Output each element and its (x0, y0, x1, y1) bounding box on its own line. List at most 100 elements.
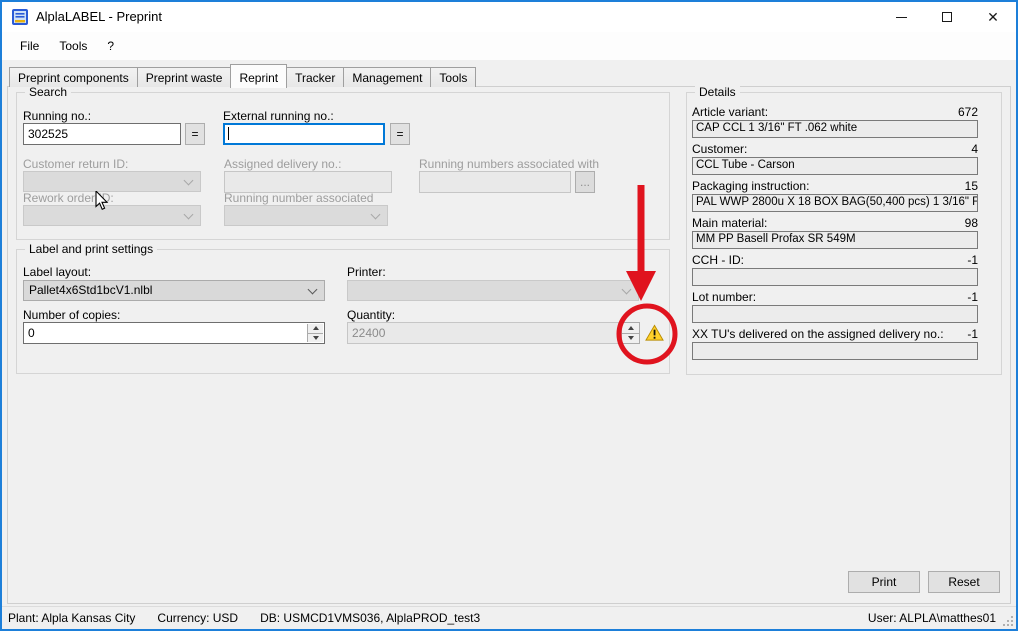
number-of-copies-value: 0 (28, 326, 35, 340)
assigned-delivery-no-label: Assigned delivery no.: (224, 157, 341, 171)
label-layout-combobox[interactable]: Pallet4x6Std1bcV1.nlbl (23, 280, 325, 301)
number-of-copies-stepper[interactable]: 0 (23, 322, 325, 344)
details-row: Main material:98MM PP Basell Profax SR 5… (692, 216, 978, 249)
running-number-associated-label: Running number associated (224, 191, 373, 205)
external-running-no-input[interactable] (223, 123, 385, 145)
spin-up-button[interactable] (308, 324, 323, 333)
details-group: Details Article variant:672CAP CCL 1 3/1… (686, 92, 1002, 375)
quantity-label: Quantity: (347, 308, 395, 322)
chevron-down-icon (622, 285, 632, 295)
quantity-input (347, 322, 619, 344)
running-no-input[interactable] (23, 123, 181, 145)
details-row: XX TU's delivered on the assigned delive… (692, 327, 978, 360)
running-numbers-associated-with-input (419, 171, 571, 193)
maximize-button[interactable] (924, 2, 970, 32)
status-user: User: ALPLA\matthes01 (868, 611, 996, 625)
label-print-settings-group: Label and print settings Label layout: P… (16, 249, 670, 374)
arrow-down-icon (628, 336, 634, 340)
tab-tools[interactable]: Tools (430, 67, 476, 87)
label-layout-value: Pallet4x6Std1bcV1.nlbl (29, 283, 152, 297)
rework-order-id-combobox (23, 205, 201, 226)
close-icon: ✕ (987, 10, 999, 24)
detail-id: 672 (958, 105, 978, 119)
reset-button[interactable]: Reset (928, 571, 1000, 593)
minimize-icon (896, 17, 907, 18)
external-running-no-label: External running no.: (223, 109, 334, 123)
status-bar: Plant: Alpla Kansas City Currency: USD D… (2, 606, 1016, 629)
title-bar: AlplaLABEL - Preprint ✕ (2, 2, 1016, 32)
menu-item-tools[interactable]: Tools (49, 34, 97, 58)
detail-id: 15 (965, 179, 978, 193)
status-currency: Currency: USD (157, 611, 238, 625)
running-no-equals-button[interactable]: = (185, 123, 205, 145)
tab-preprint-components[interactable]: Preprint components (9, 67, 138, 87)
details-row: Article variant:672CAP CCL 1 3/16" FT .0… (692, 105, 978, 138)
spin-up-button[interactable] (622, 323, 639, 333)
detail-value-box (692, 268, 978, 286)
detail-value-box: MM PP Basell Profax SR 549M (692, 231, 978, 249)
menu-item-[interactable]: ? (97, 34, 124, 58)
chevron-down-icon (184, 210, 194, 220)
arrow-up-icon (313, 326, 319, 330)
app-window: AlplaLABEL - Preprint ✕ FileTools? Prepr… (0, 0, 1018, 631)
customer-return-id-label: Customer return ID: (23, 157, 128, 171)
search-group: Search Running no.: = External running n… (16, 92, 670, 240)
arrow-down-icon (313, 336, 319, 340)
spin-down-button[interactable] (622, 333, 639, 344)
window-controls: ✕ (878, 2, 1016, 32)
detail-label: Packaging instruction: (692, 179, 809, 193)
detail-label: Main material: (692, 216, 767, 230)
chevron-down-icon (371, 210, 381, 220)
tab-strip: Preprint componentsPreprint wasteReprint… (9, 63, 476, 87)
print-button[interactable]: Print (848, 571, 920, 593)
running-number-associated-combobox (224, 205, 388, 226)
menu-bar: FileTools? (2, 32, 1016, 60)
minimize-button[interactable] (878, 2, 924, 32)
status-plant: Plant: Alpla Kansas City (8, 611, 135, 625)
details-group-title: Details (695, 85, 740, 99)
details-row: Packaging instruction: 15PAL WWP 2800u X … (692, 179, 978, 212)
running-numbers-browse-button: ... (575, 171, 595, 193)
printer-combobox (347, 280, 639, 301)
window-title: AlplaLABEL - Preprint (36, 2, 162, 32)
details-row: Lot number: -1 (692, 290, 978, 323)
app-icon (11, 8, 29, 26)
tab-management[interactable]: Management (343, 67, 431, 87)
detail-value-box (692, 305, 978, 323)
chevron-down-icon (308, 285, 318, 295)
close-button[interactable]: ✕ (970, 2, 1016, 32)
status-db: DB: USMCD1VMS036, AlplaPROD_test3 (260, 611, 480, 625)
copies-spinner (307, 324, 323, 342)
settings-group-title: Label and print settings (25, 242, 157, 256)
spin-down-button[interactable] (308, 333, 323, 343)
running-no-label: Running no.: (23, 109, 91, 123)
printer-label: Printer: (347, 265, 386, 279)
detail-value-box: CAP CCL 1 3/16" FT .062 white (692, 120, 978, 138)
label-layout-label: Label layout: (23, 265, 91, 279)
chevron-down-icon (184, 176, 194, 186)
tab-tracker[interactable]: Tracker (286, 67, 344, 87)
detail-label: XX TU's delivered on the assigned delive… (692, 327, 944, 341)
detail-id: 4 (971, 142, 978, 156)
customer-return-id-combobox (23, 171, 201, 192)
assigned-delivery-no-input (224, 171, 392, 193)
details-row: Customer:4CCL Tube - Carson (692, 142, 978, 175)
mouse-cursor (95, 191, 109, 211)
details-rows: Article variant:672CAP CCL 1 3/16" FT .0… (692, 105, 978, 364)
running-numbers-associated-with-label: Running numbers associated with (419, 157, 599, 171)
text-caret (228, 127, 229, 140)
tab-reprint[interactable]: Reprint (230, 64, 287, 88)
quantity-spinner[interactable] (621, 322, 640, 344)
menu-item-file[interactable]: File (10, 34, 49, 58)
warning-icon (645, 324, 664, 342)
maximize-icon (942, 12, 952, 22)
detail-id: -1 (967, 290, 978, 304)
search-group-title: Search (25, 85, 71, 99)
tab-preprint-waste[interactable]: Preprint waste (137, 67, 232, 87)
detail-value-box: PAL WWP 2800u X 18 BOX BAG(50,400 pcs) 1… (692, 194, 978, 212)
external-running-no-equals-button[interactable]: = (390, 123, 410, 145)
detail-value-box: CCL Tube - Carson (692, 157, 978, 175)
detail-id: -1 (967, 327, 978, 341)
resize-grip[interactable] (1002, 615, 1014, 627)
detail-label: Lot number: (692, 290, 756, 304)
